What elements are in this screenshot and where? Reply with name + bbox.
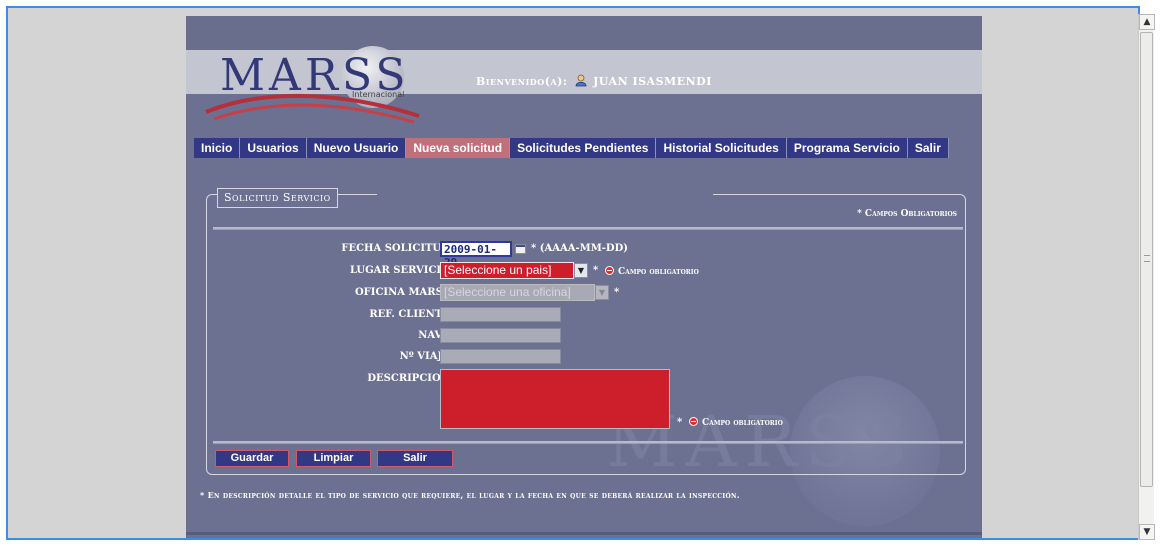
- descripcion-required-error: Campo obligatorio: [689, 417, 783, 428]
- fecha-format-hint: * (AAAA-MM-DD): [531, 243, 628, 254]
- request-form: Solicitud Servicio * Campos Obligatorios…: [206, 188, 966, 475]
- nav-programa-servicio[interactable]: Programa Servicio: [786, 138, 908, 158]
- ref-cliente-label: REF. CLIENTE :: [369, 309, 457, 320]
- footer-divider: [186, 532, 982, 535]
- chevron-down-icon[interactable]: ▼: [595, 285, 609, 300]
- page-scrollbar[interactable]: ▲ ▼: [1138, 14, 1155, 540]
- chevron-down-icon[interactable]: ▼: [574, 263, 588, 278]
- calendar-icon[interactable]: [515, 244, 526, 254]
- divider: [213, 227, 963, 230]
- lugar-select[interactable]: [Seleccione un pais]: [440, 262, 574, 279]
- error-stop-icon: [605, 266, 614, 275]
- fecha-label: FECHA SOLICITUD :: [341, 243, 457, 254]
- scroll-down-icon[interactable]: ▼: [1139, 524, 1155, 540]
- nav-inicio[interactable]: Inicio: [194, 138, 241, 158]
- nave-label: NAVE :: [418, 330, 457, 341]
- nav-usuarios[interactable]: Usuarios: [240, 138, 307, 158]
- viaje-input[interactable]: [440, 349, 561, 364]
- scroll-up-icon[interactable]: ▲: [1139, 14, 1155, 30]
- nav-salir[interactable]: Salir: [907, 138, 949, 158]
- ref-cliente-input[interactable]: [440, 307, 561, 322]
- nav-nueva-solicitud[interactable]: Nueva solicitud: [406, 138, 511, 158]
- user-icon: [575, 74, 587, 87]
- divider: [213, 441, 963, 444]
- limpiar-button[interactable]: Limpiar: [296, 450, 371, 467]
- welcome-message: Bienvenido(a): JUAN ISASMENDI: [476, 74, 712, 88]
- required-asterisk: *: [677, 417, 683, 428]
- viaje-label: Nº VIAJE :: [399, 351, 457, 362]
- footnote: * En descripción detalle el tipo de serv…: [200, 490, 740, 500]
- welcome-label: Bienvenido(a):: [476, 75, 568, 88]
- lugar-label: LUGAR SERVICIO :: [349, 265, 457, 276]
- user-name: JUAN ISASMENDI: [593, 75, 712, 88]
- nav-solicitudes-pendientes[interactable]: Solicitudes Pendientes: [510, 138, 657, 158]
- error-stop-icon: [689, 417, 698, 426]
- lugar-required-error: Campo obligatorio: [605, 266, 699, 277]
- oficina-select[interactable]: [Seleccione una oficina]: [440, 284, 595, 301]
- descripcion-textarea[interactable]: [440, 369, 670, 429]
- scroll-thumb[interactable]: [1140, 32, 1153, 487]
- oficina-label: OFICINA MARSS :: [354, 287, 457, 298]
- required-fields-note: * Campos Obligatorios: [857, 209, 957, 219]
- main-nav: Inicio Usuarios Nuevo Usuario Nueva soli…: [194, 138, 949, 158]
- nav-nuevo-usuario[interactable]: Nuevo Usuario: [306, 138, 407, 158]
- fecha-input[interactable]: 2009-01-29: [440, 241, 512, 269]
- browser-viewport: MARSS Internacional Bienvenido(a): JUAN …: [6, 6, 1140, 540]
- nav-historial-solicitudes[interactable]: Historial Solicitudes: [656, 138, 787, 158]
- required-asterisk: *: [593, 265, 599, 276]
- required-asterisk: *: [614, 287, 620, 298]
- logo-subtitle: Internacional: [352, 90, 405, 99]
- form-legend: Solicitud Servicio: [217, 188, 338, 208]
- guardar-button[interactable]: Guardar: [215, 450, 289, 467]
- descripcion-label: DESCRIPCION :: [367, 373, 457, 384]
- page-container: MARSS Internacional Bienvenido(a): JUAN …: [186, 16, 982, 538]
- nave-input[interactable]: [440, 328, 561, 343]
- top-strip: [186, 16, 982, 50]
- salir-button[interactable]: Salir: [377, 450, 453, 467]
